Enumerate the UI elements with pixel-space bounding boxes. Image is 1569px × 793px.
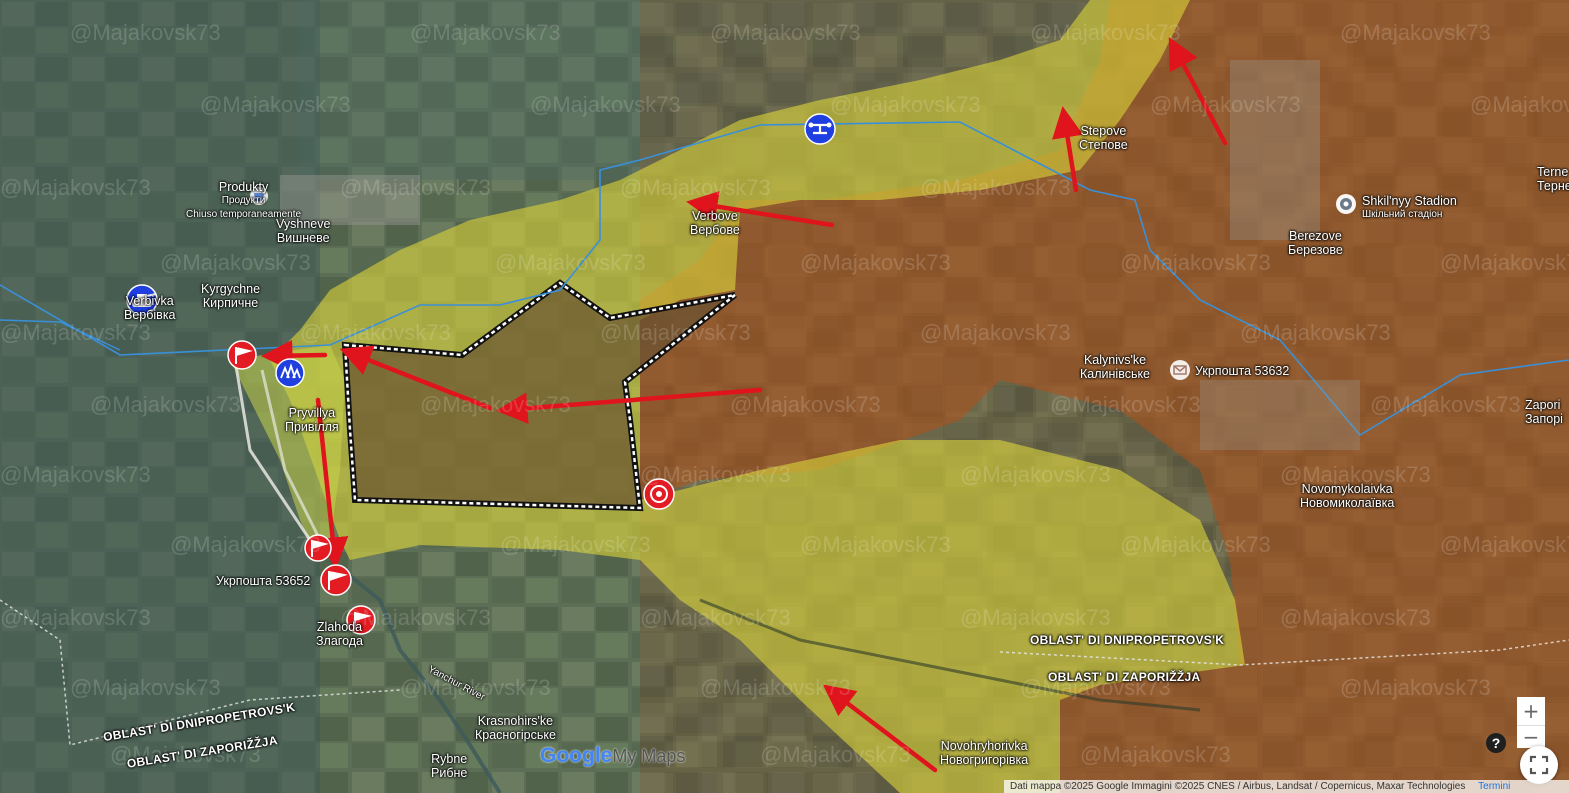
flag-marker-icon[interactable] [304,534,332,562]
place-label[interactable]: Stepove Степове [1079,124,1128,152]
place-name: Verbove [691,209,738,223]
place-label[interactable]: Berezove Березове [1288,229,1343,257]
place-name: Terne [1537,165,1569,179]
place-name: Berezove [1288,229,1342,243]
place-label[interactable]: Kyrgychne Кирпичне [201,282,260,310]
place-name-alt: Терне [1537,179,1569,193]
map-attribution: Dati mappa ©2025 Google Immagini ©2025 C… [1004,780,1569,793]
target-marker-icon[interactable] [643,478,675,510]
settlement-kalynivske [1200,380,1360,450]
terms-link[interactable]: Termini [1478,781,1510,792]
post-office-label[interactable]: Укрпошта 53652 [216,574,310,588]
place-name: Zapori [1525,398,1561,412]
place-name-alt: Запорі [1525,412,1563,426]
place-label[interactable]: Kalynivs'ke Калинівське [1080,353,1150,381]
place-label[interactable]: Terne Терне [1537,165,1569,193]
infantry-marker-icon[interactable] [275,358,305,388]
place-name: Novomykolaivka [1301,482,1393,496]
place-name: Krasnohirs'ke [477,714,554,728]
place-name: Kyrgychne [201,282,261,296]
place-name-alt: Кирпичне [202,296,259,310]
place-name: Produkty [218,180,269,194]
place-name-alt: Калинівське [1080,367,1151,381]
place-label[interactable]: Novohryhorivka Новогригорівка [940,739,1028,767]
place-name: Pryvillya [288,406,336,420]
place-label[interactable]: Zapori Запорі [1525,398,1563,426]
attribution-text: Dati mappa ©2025 Google Immagini ©2025 C… [1010,781,1466,792]
place-name: Kalynivs'ke [1083,353,1147,367]
place-label[interactable]: Rybne Рибне [431,752,467,780]
post-office-label[interactable]: Укрпошта 53632 [1195,364,1289,378]
google-my-maps-logo: GoogleMy Maps [540,744,685,768]
fullscreen-icon [1529,755,1549,775]
place-label[interactable]: Vyshneve Вишневе [276,217,330,245]
place-label[interactable]: Verbivka Вербівка [124,294,176,322]
place-name-alt: Шкільний стадіон [1362,209,1443,220]
place-name-alt: Вербівка [124,308,176,322]
help-button[interactable]: ? [1486,733,1506,753]
place-name: Shkil'nyy Stadion [1362,194,1457,208]
my-maps-logo-text: My Maps [612,746,686,766]
place-name-alt: Вишневе [276,231,330,245]
place-name-alt: Новомиколаївка [1300,496,1395,510]
place-name-alt: Степове [1079,138,1128,152]
fullscreen-button[interactable] [1520,746,1558,784]
place-name-alt: Рибне [431,766,468,780]
place-name: Zlahoda [316,620,363,634]
place-name-alt: Вербове [690,223,740,237]
place-name-alt: Новогригорівка [940,753,1029,767]
post-office-icon[interactable] [1170,360,1190,380]
place-label[interactable]: Pryvillya Привілля [285,406,339,434]
google-logo-text: Google [540,744,613,767]
map-canvas[interactable] [0,0,1569,793]
place-name-alt: Злагода [316,634,364,648]
place-name-alt: Красногірське [475,728,556,742]
arrow-to-flag [261,339,328,372]
zoom-in-button[interactable]: + [1517,697,1545,726]
place-name: Stepove [1080,124,1127,138]
place-label[interactable]: Produkty Продукти Chiuso temporaneamente [186,180,301,222]
settlement-berezove [1230,60,1320,240]
region-label: OBLAST' DI DNIPROPETROVS'K [1030,633,1225,647]
place-name: Verbivka [125,294,174,308]
place-label[interactable]: Novomykolaivka Новомиколаївка [1300,482,1394,510]
drone-marker-icon[interactable] [804,113,836,145]
place-name: Novohryhorivka [940,739,1028,753]
place-label[interactable]: Zlahoda Злагода [316,620,363,648]
region-label: OBLAST' DI ZAPORIŽŽJA [1048,670,1201,684]
place-label[interactable]: Verbove Вербове [690,209,740,237]
flag-marker-icon[interactable] [320,564,352,596]
place-label[interactable]: Shkil'nyy Stadion Шкільний стадіон [1362,194,1457,222]
place-name-alt: Привілля [285,420,339,434]
place-name: Rybne [431,752,468,766]
place-name: Vyshneve [276,217,331,231]
place-label[interactable]: Krasnohirs'ke Красногірське [475,714,556,742]
place-name-alt: Продукти [221,195,266,206]
place-pin-icon[interactable] [1336,194,1356,214]
zoom-out-button[interactable]: − [1517,726,1545,748]
flag-marker-icon[interactable] [227,340,257,370]
place-name-alt: Березове [1288,243,1343,257]
